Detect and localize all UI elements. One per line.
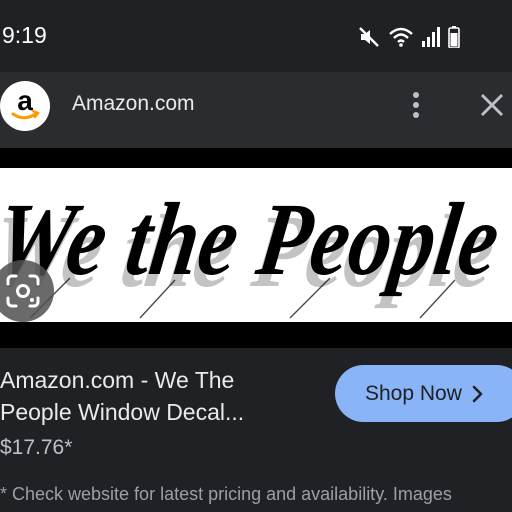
pricing-disclaimer: * Check website for latest pricing and a… xyxy=(0,484,452,504)
site-header: a Amazon.com xyxy=(0,72,512,148)
signal-icon xyxy=(422,27,440,47)
mute-icon xyxy=(359,27,379,47)
product-image-area[interactable]: We the People We the People xyxy=(0,148,512,348)
we-the-people-text: We the People xyxy=(0,181,506,296)
more-vert-icon[interactable] xyxy=(404,90,428,120)
status-time: 9:19 xyxy=(2,22,47,48)
site-name[interactable]: Amazon.com xyxy=(72,92,195,116)
product-title-line-1: Amazon.com - We The xyxy=(0,367,235,393)
status-icons xyxy=(358,24,460,50)
svg-text:a: a xyxy=(17,85,33,116)
wifi-icon xyxy=(389,27,413,47)
product-price: $17.76* xyxy=(0,436,73,459)
close-icon[interactable] xyxy=(478,91,506,119)
chevron-right-icon xyxy=(472,385,483,402)
product-title[interactable]: Amazon.com - We The People Window Decal.… xyxy=(0,364,320,428)
shop-now-label: Shop Now xyxy=(365,381,462,405)
google-lens-button[interactable] xyxy=(0,260,54,322)
product-image[interactable]: We the People We the People xyxy=(0,168,512,322)
amazon-logo-icon[interactable]: a xyxy=(0,81,50,131)
status-bar: 9:19 xyxy=(0,0,512,72)
shop-now-button[interactable]: Shop Now xyxy=(335,365,512,422)
google-lens-icon xyxy=(6,274,40,308)
battery-icon xyxy=(448,26,460,48)
product-title-line-2: People Window Decal... xyxy=(0,399,245,425)
